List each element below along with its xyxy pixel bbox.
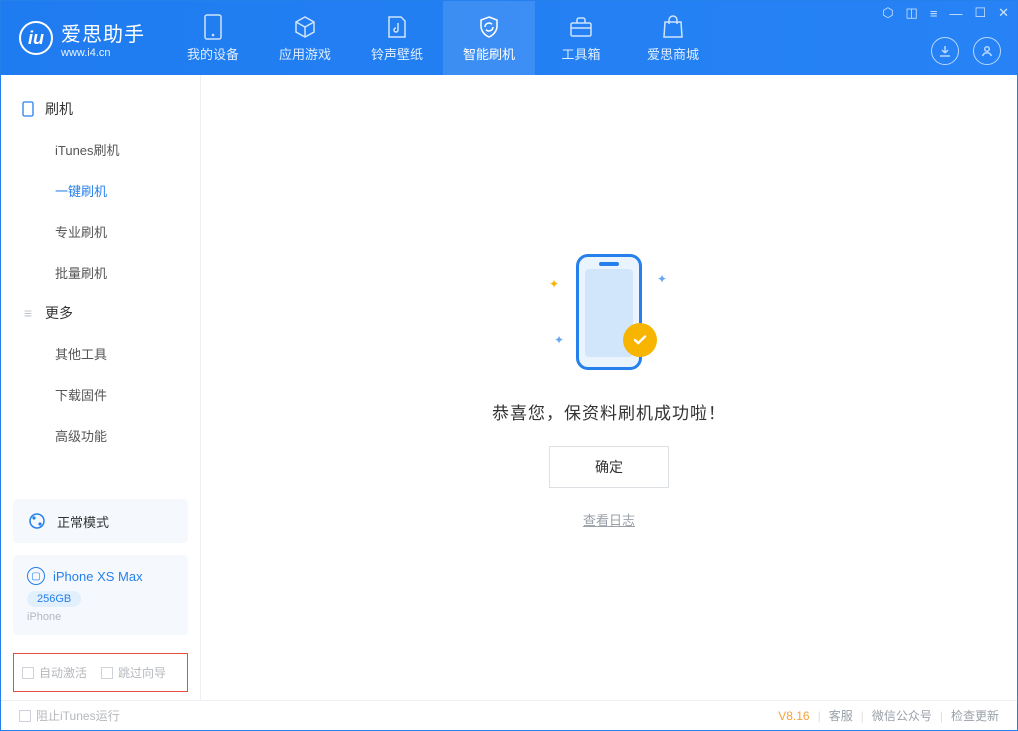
success-message: 恭喜您，保资料刷机成功啦！ [492, 399, 726, 424]
checkbox-skip-guide[interactable]: 跳过向导 [101, 664, 166, 681]
download-button[interactable] [931, 37, 959, 65]
window-controls: ⬡ ◫ ≡ — ☐ ✕ [882, 5, 1009, 21]
sidebar-item-itunes-flash[interactable]: iTunes刷机 [1, 129, 200, 170]
device-name: iPhone XS Max [53, 569, 143, 584]
version-label: V8.16 [778, 709, 809, 723]
app-url: www.i4.cn [61, 47, 145, 59]
nav-apps-games[interactable]: 应用游戏 [259, 1, 351, 75]
nav-my-device[interactable]: 我的设备 [167, 1, 259, 75]
footer-link-support[interactable]: 客服 [829, 707, 853, 724]
checkbox-block-itunes[interactable]: 阻止iTunes运行 [19, 707, 120, 724]
checkmark-badge-icon [623, 323, 657, 357]
sidebar-item-batch-flash[interactable]: 批量刷机 [1, 252, 200, 293]
sidebar-item-other-tools[interactable]: 其他工具 [1, 333, 200, 374]
sidebar-item-advanced[interactable]: 高级功能 [1, 415, 200, 456]
view-log-link[interactable]: 查看日志 [583, 510, 635, 529]
close-button[interactable]: ✕ [998, 5, 1009, 21]
mode-status-label: 正常模式 [57, 512, 109, 531]
sidebar-item-download-firmware[interactable]: 下载固件 [1, 374, 200, 415]
footer-link-wechat[interactable]: 微信公众号 [872, 707, 932, 724]
device-small-icon: ▢ [27, 567, 45, 585]
sparkle-icon: ✦ [549, 277, 559, 291]
toolbox-icon [569, 13, 593, 41]
app-header: iu 爱思助手 www.i4.cn 我的设备 应用游戏 铃声壁纸 智能刷机 工具… [1, 1, 1017, 75]
checkbox-auto-activate[interactable]: 自动激活 [22, 664, 87, 681]
footer-link-update[interactable]: 检查更新 [951, 707, 999, 724]
mode-status-card[interactable]: 正常模式 [13, 499, 188, 543]
sparkle-icon: ✦ [554, 333, 564, 347]
nav-store[interactable]: 爱思商城 [627, 1, 719, 75]
highlighted-options-box: 自动激活 跳过向导 [13, 653, 188, 692]
device-card[interactable]: ▢ iPhone XS Max 256GB iPhone [13, 555, 188, 635]
sparkle-icon: ✦ [657, 272, 667, 286]
user-account-button[interactable] [973, 37, 1001, 65]
top-nav: 我的设备 应用游戏 铃声壁纸 智能刷机 工具箱 爱思商城 [167, 1, 719, 75]
sidebar-item-oneclick-flash[interactable]: 一键刷机 [1, 170, 200, 211]
list-icon: ≡ [21, 305, 35, 321]
phone-icon [204, 13, 222, 41]
tshirt-icon[interactable]: ⬡ [882, 5, 893, 21]
maximize-button[interactable]: ☐ [974, 5, 986, 21]
nav-smart-flash[interactable]: 智能刷机 [443, 1, 535, 75]
main-content: ✦ ✦ ✦ 恭喜您，保资料刷机成功啦！ 确定 查看日志 [201, 75, 1017, 700]
nav-ringtones-wallpapers[interactable]: 铃声壁纸 [351, 1, 443, 75]
status-icon [27, 511, 47, 531]
refresh-shield-icon [477, 13, 501, 41]
feedback-icon[interactable]: ◫ [906, 5, 918, 21]
minimize-button[interactable]: — [949, 6, 962, 21]
success-illustration: ✦ ✦ ✦ [549, 247, 669, 377]
device-icon [21, 101, 35, 117]
bag-icon [662, 13, 684, 41]
app-logo: iu 爱思助手 www.i4.cn [1, 18, 167, 59]
confirm-button[interactable]: 确定 [549, 446, 669, 488]
nav-toolbox[interactable]: 工具箱 [535, 1, 627, 75]
menu-icon[interactable]: ≡ [930, 6, 938, 21]
music-file-icon [387, 13, 407, 41]
device-storage: 256GB [27, 591, 81, 607]
cube-icon [293, 13, 317, 41]
sidebar-group-flash[interactable]: 刷机 [1, 89, 200, 129]
sidebar: 刷机 iTunes刷机 一键刷机 专业刷机 批量刷机 ≡ 更多 其他工具 下载固… [1, 75, 201, 700]
sidebar-item-pro-flash[interactable]: 专业刷机 [1, 211, 200, 252]
status-bar: 阻止iTunes运行 V8.16 | 客服 | 微信公众号 | 检查更新 [1, 700, 1017, 730]
device-type: iPhone [27, 611, 174, 623]
logo-icon: iu [19, 21, 53, 55]
app-name: 爱思助手 [61, 18, 145, 47]
sidebar-group-more[interactable]: ≡ 更多 [1, 293, 200, 333]
